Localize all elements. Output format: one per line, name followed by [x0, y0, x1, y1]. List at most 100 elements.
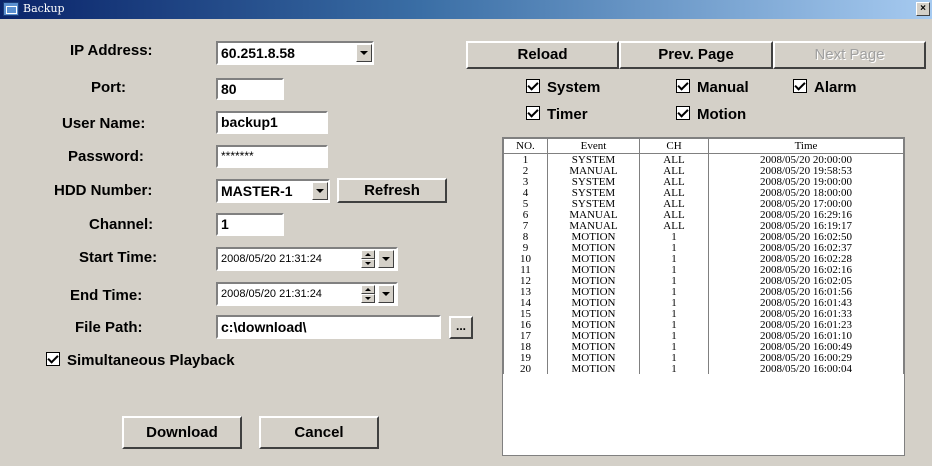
cell-time: 2008/05/20 17:00:00 [708, 198, 904, 209]
cell-no: 16 [503, 319, 548, 330]
prev-page-button[interactable]: Prev. Page [619, 41, 773, 69]
cell-event: MOTION [547, 275, 640, 286]
cell-time: 2008/05/20 16:02:28 [708, 253, 904, 264]
cell-event: SYSTEM [547, 176, 640, 187]
cell-no: 4 [503, 187, 548, 198]
cell-time: 2008/05/20 16:02:05 [708, 275, 904, 286]
filter-system-checkbox[interactable]: System [526, 79, 600, 96]
spin-down-icon[interactable] [361, 259, 375, 268]
end-time-spinner[interactable] [361, 285, 375, 303]
filter-system-label: System [547, 79, 601, 96]
table-row[interactable]: 7 MANUAL ALL 2008/05/20 16:19:17 [503, 220, 904, 231]
cell-ch: ALL [639, 187, 709, 198]
table-row[interactable]: 11 MOTION 1 2008/05/20 16:02:16 [503, 264, 904, 275]
start-time-spinner[interactable] [361, 250, 375, 268]
cell-event: MOTION [547, 297, 640, 308]
table-row[interactable]: 19 MOTION 1 2008/05/20 16:00:29 [503, 352, 904, 363]
cell-event: MANUAL [547, 220, 640, 231]
cell-ch: 1 [639, 330, 709, 341]
ip-dropdown-button[interactable] [356, 44, 372, 62]
cell-time: 2008/05/20 16:01:23 [708, 319, 904, 330]
port-label: Port: [91, 79, 126, 96]
cell-ch: 1 [639, 341, 709, 352]
table-row[interactable]: 15 MOTION 1 2008/05/20 16:01:33 [503, 308, 904, 319]
table-row[interactable]: 18 MOTION 1 2008/05/20 16:00:49 [503, 341, 904, 352]
cell-event: MOTION [547, 231, 640, 242]
cell-time: 2008/05/20 16:01:10 [708, 330, 904, 341]
spin-down-icon[interactable] [361, 294, 375, 303]
cell-time: 2008/05/20 20:00:00 [708, 153, 904, 165]
end-time-dropdown-button[interactable] [378, 285, 394, 303]
table-row[interactable]: 17 MOTION 1 2008/05/20 16:01:10 [503, 330, 904, 341]
download-button[interactable]: Download [122, 416, 242, 449]
cell-ch: 1 [639, 264, 709, 275]
cell-ch: 1 [639, 242, 709, 253]
table-row[interactable]: 12 MOTION 1 2008/05/20 16:02:05 [503, 275, 904, 286]
cell-ch: 1 [639, 319, 709, 330]
cell-event: SYSTEM [547, 198, 640, 209]
table-row[interactable]: 3 SYSTEM ALL 2008/05/20 19:00:00 [503, 176, 904, 187]
browse-button[interactable]: ... [449, 316, 473, 339]
cell-event: SYSTEM [547, 187, 640, 198]
reload-button[interactable]: Reload [466, 41, 619, 69]
event-list[interactable]: NO. Event CH Time 1 SYSTEM ALL 2008/05/20 2… [502, 137, 905, 456]
column-header-time[interactable]: Time [708, 138, 904, 154]
filter-timer-checkbox[interactable]: Timer [526, 106, 588, 123]
ip-address-label: IP Address: [70, 42, 153, 59]
cell-no: 2 [503, 165, 548, 176]
table-row[interactable]: 2 MANUAL ALL 2008/05/20 19:58:53 [503, 165, 904, 176]
cell-event: MOTION [547, 286, 640, 297]
password-label: Password: [68, 148, 144, 165]
checkmark-icon [676, 106, 690, 120]
cell-no: 18 [503, 341, 548, 352]
table-row[interactable]: 20 MOTION 1 2008/05/20 16:00:04 [503, 363, 904, 374]
refresh-button[interactable]: Refresh [337, 178, 447, 203]
close-button[interactable]: × [916, 2, 930, 16]
cell-ch: 1 [639, 352, 709, 363]
filter-alarm-checkbox[interactable]: Alarm [793, 79, 857, 96]
table-row[interactable]: 6 MANUAL ALL 2008/05/20 16:29:16 [503, 209, 904, 220]
cell-time: 2008/05/20 16:29:16 [708, 209, 904, 220]
channel-input[interactable]: 1 [216, 213, 284, 236]
start-time-dropdown-button[interactable] [378, 250, 394, 268]
checkmark-icon [526, 106, 540, 120]
filter-motion-label: Motion [697, 106, 747, 123]
cell-ch: ALL [639, 153, 709, 165]
spin-up-icon[interactable] [361, 250, 375, 259]
cell-ch: ALL [639, 209, 709, 220]
ip-address-combo[interactable]: 60.251.8.58 [216, 41, 374, 65]
filter-manual-checkbox[interactable]: Manual [676, 79, 749, 96]
file-path-input[interactable]: c:\download\ [216, 315, 441, 339]
table-row[interactable]: 10 MOTION 1 2008/05/20 16:02:28 [503, 253, 904, 264]
next-page-button[interactable]: Next Page [773, 41, 926, 69]
simultaneous-playback-checkbox[interactable]: Simultaneous Playback [46, 352, 235, 369]
hdd-number-label: HDD Number: [54, 182, 153, 199]
table-row[interactable]: 4 SYSTEM ALL 2008/05/20 18:00:00 [503, 187, 904, 198]
table-row[interactable]: 5 SYSTEM ALL 2008/05/20 17:00:00 [503, 198, 904, 209]
cell-no: 10 [503, 253, 548, 264]
table-row[interactable]: 9 MOTION 1 2008/05/20 16:02:37 [503, 242, 904, 253]
spin-up-icon[interactable] [361, 285, 375, 294]
hdd-dropdown-button[interactable] [312, 182, 328, 200]
table-row[interactable]: 1 SYSTEM ALL 2008/05/20 20:00:00 [503, 153, 904, 165]
cell-ch: ALL [639, 176, 709, 187]
table-row[interactable]: 16 MOTION 1 2008/05/20 16:01:23 [503, 319, 904, 330]
port-input[interactable]: 80 [216, 78, 284, 100]
cell-event: MOTION [547, 341, 640, 352]
table-row[interactable]: 13 MOTION 1 2008/05/20 16:01:56 [503, 286, 904, 297]
column-header-ch[interactable]: CH [639, 138, 709, 154]
window-title: Backup [23, 2, 65, 15]
cancel-button[interactable]: Cancel [259, 416, 379, 449]
column-header-event[interactable]: Event [547, 138, 640, 154]
cell-no: 9 [503, 242, 548, 253]
filter-motion-checkbox[interactable]: Motion [676, 106, 746, 123]
cell-time: 2008/05/20 18:00:00 [708, 187, 904, 198]
cell-event: MOTION [547, 352, 640, 363]
user-name-input[interactable]: backup1 [216, 111, 328, 134]
table-row[interactable]: 8 MOTION 1 2008/05/20 16:02:50 [503, 231, 904, 242]
column-header-no[interactable]: NO. [503, 138, 548, 154]
table-row[interactable]: 14 MOTION 1 2008/05/20 16:01:43 [503, 297, 904, 308]
cell-ch: ALL [639, 198, 709, 209]
password-input[interactable]: ******* [216, 145, 328, 168]
cell-event: MOTION [547, 253, 640, 264]
